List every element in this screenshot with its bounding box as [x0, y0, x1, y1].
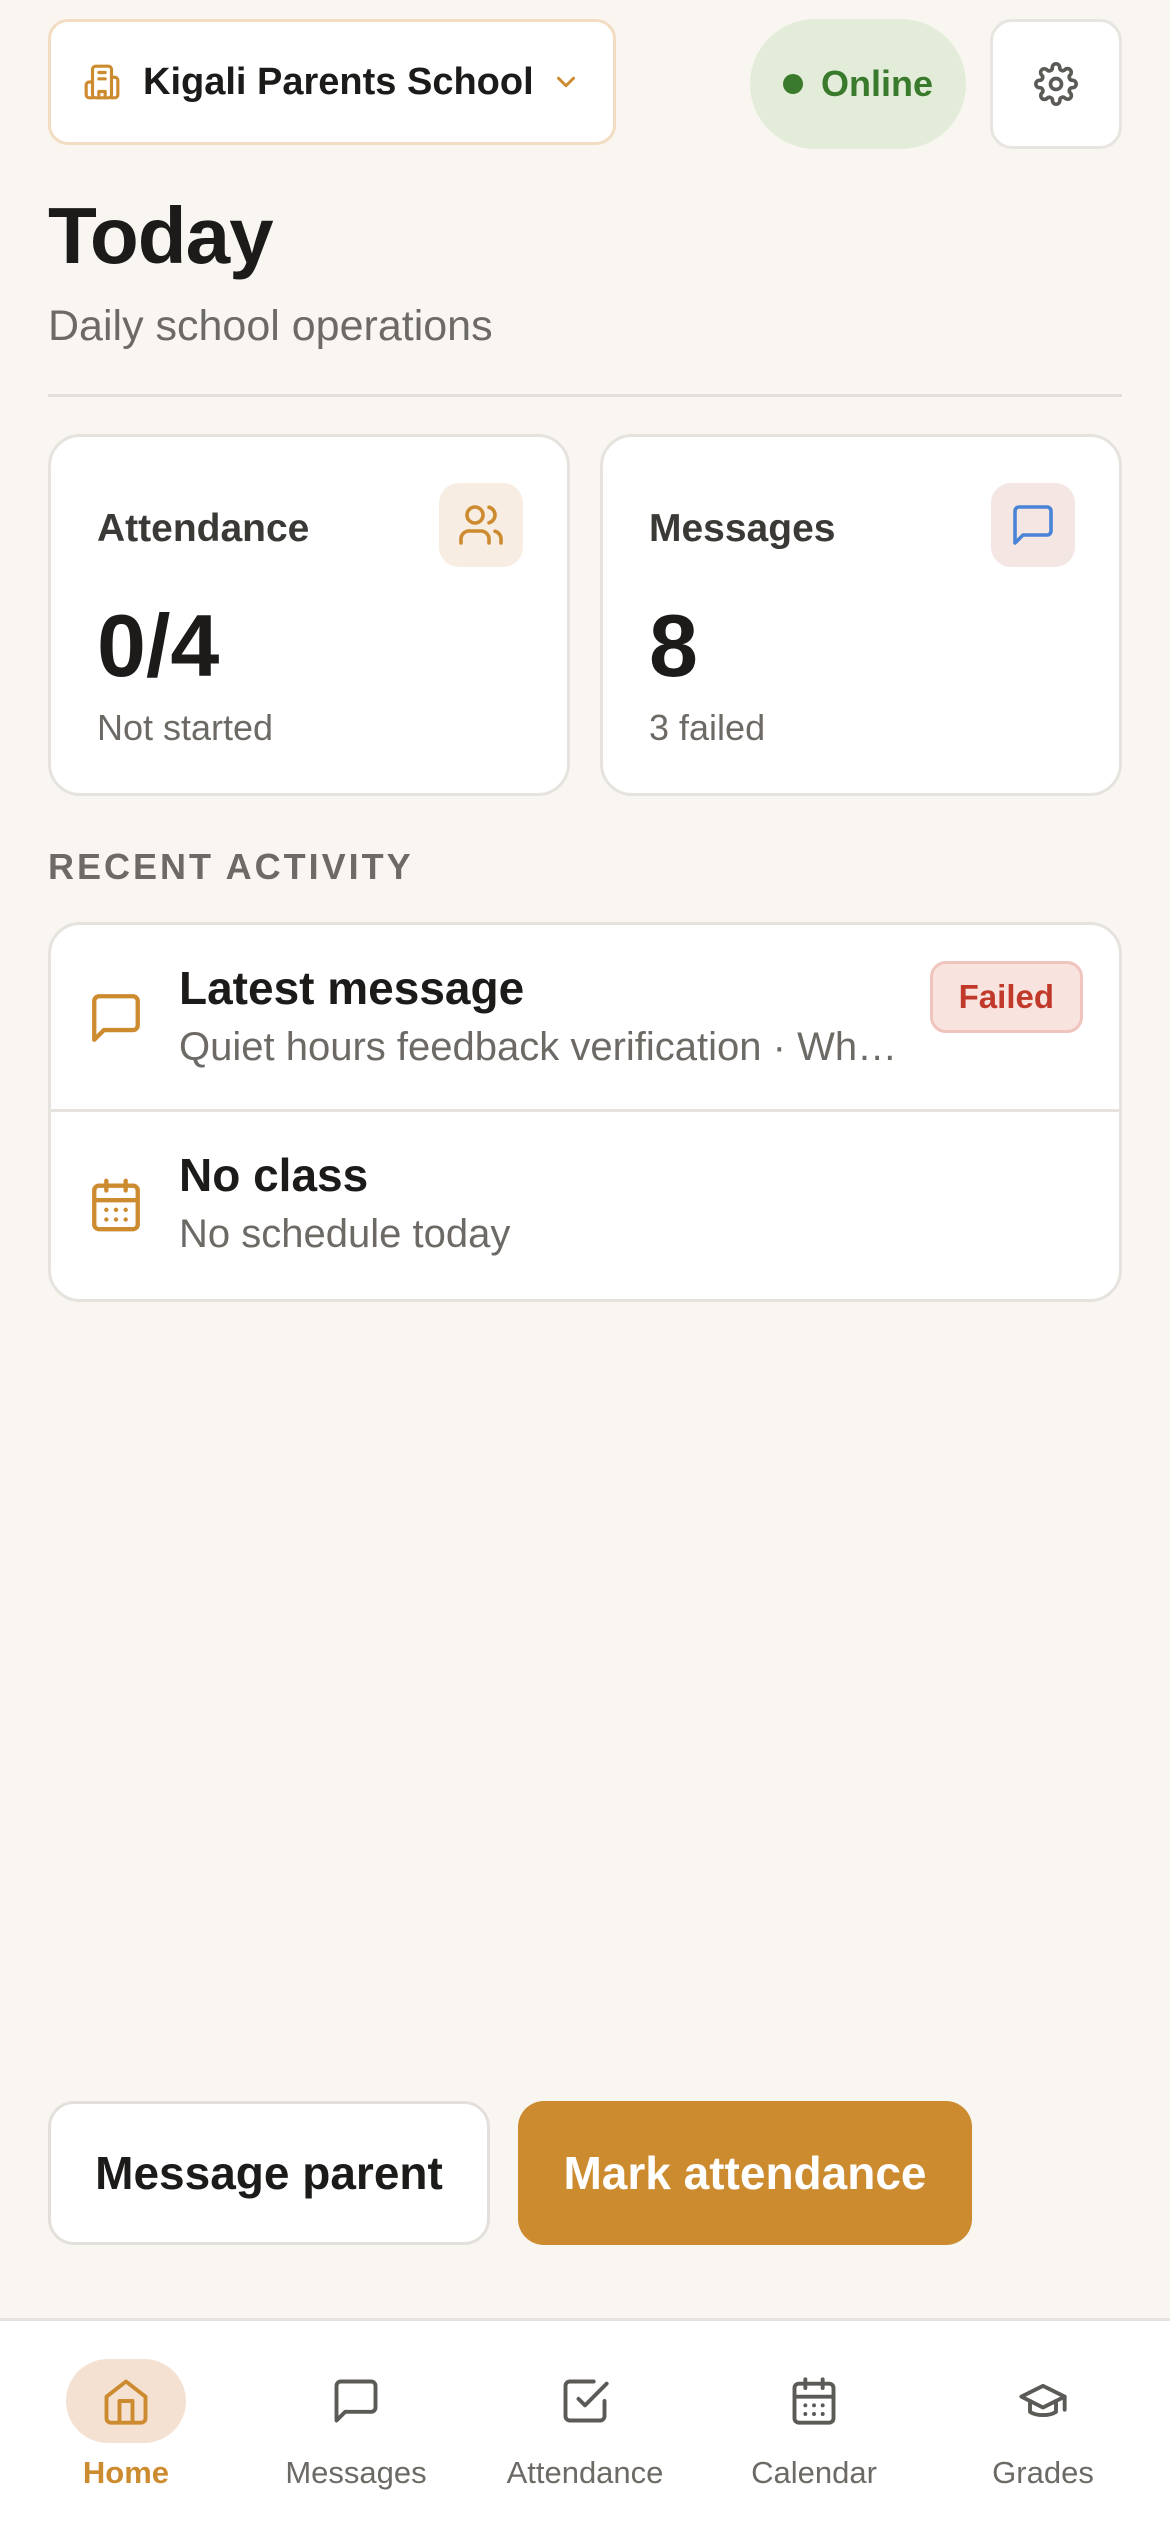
list-item-no-class[interactable]: No class No schedule today — [51, 1112, 1119, 1296]
tab-label: Attendance — [506, 2455, 664, 2490]
settings-button[interactable] — [990, 19, 1122, 149]
attendance-card[interactable]: Attendance 0/4 Not started — [48, 434, 570, 796]
tab-label: Home — [82, 2455, 170, 2490]
checkbox-icon — [525, 2359, 645, 2443]
graduation-cap-icon — [983, 2359, 1103, 2443]
bottom-tab-bar: Home Messages Attendance Calendar Grades — [0, 2318, 1170, 2535]
tab-home[interactable]: Home — [11, 2359, 241, 2509]
status-label: Online — [820, 63, 933, 104]
tab-messages[interactable]: Messages — [241, 2359, 471, 2509]
building-icon — [83, 63, 121, 101]
divider — [48, 394, 1122, 397]
messages-note: 3 failed — [649, 707, 766, 748]
tab-grades[interactable]: Grades — [928, 2359, 1158, 2509]
messages-card[interactable]: Messages 8 3 failed — [600, 434, 1122, 796]
list-item-latest-message[interactable]: Latest message Quiet hours feedback veri… — [51, 925, 1119, 1112]
messages-value: 8 — [649, 596, 698, 695]
status-badge: Failed — [929, 961, 1083, 1033]
gear-icon — [1034, 62, 1078, 106]
tab-calendar[interactable]: Calendar — [699, 2359, 929, 2509]
tab-attendance[interactable]: Attendance — [470, 2359, 700, 2509]
calendar-icon — [87, 1176, 145, 1234]
page-subtitle: Daily school operations — [48, 302, 493, 350]
activity-title: Latest message — [179, 962, 525, 1014]
recent-activity-heading: RECENT ACTIVITY — [48, 846, 414, 887]
online-status-badge: Online — [750, 19, 966, 149]
activity-title: No class — [179, 1149, 369, 1201]
messages-card-label: Messages — [649, 507, 836, 550]
tab-label: Grades — [992, 2455, 1094, 2490]
activity-detail: Quiet hours feedback verification · Wh… — [179, 1025, 898, 1069]
attendance-note: Not started — [97, 707, 274, 748]
school-selector[interactable]: Kigali Parents School — [48, 19, 616, 145]
message-parent-button[interactable]: Message parent — [48, 2101, 490, 2245]
chat-icon — [87, 989, 145, 1047]
page-title: Today — [48, 191, 274, 280]
tab-label: Messages — [285, 2455, 427, 2490]
calendar-icon — [754, 2359, 874, 2443]
tab-label: Calendar — [751, 2455, 877, 2490]
chat-icon — [296, 2359, 416, 2443]
attendance-value: 0/4 — [97, 596, 220, 695]
recent-activity-list: Latest message Quiet hours feedback veri… — [48, 922, 1122, 1302]
mark-attendance-button[interactable]: Mark attendance — [518, 2101, 972, 2245]
home-icon — [66, 2359, 186, 2443]
activity-detail: No schedule today — [179, 1212, 511, 1256]
school-name: Kigali Parents School — [143, 60, 534, 103]
chevron-down-icon — [551, 67, 581, 97]
status-dot — [782, 74, 803, 94]
top-bar: Kigali Parents School Online — [48, 19, 1122, 149]
users-icon — [439, 483, 523, 567]
chat-icon — [991, 483, 1075, 567]
attendance-card-label: Attendance — [97, 507, 310, 550]
